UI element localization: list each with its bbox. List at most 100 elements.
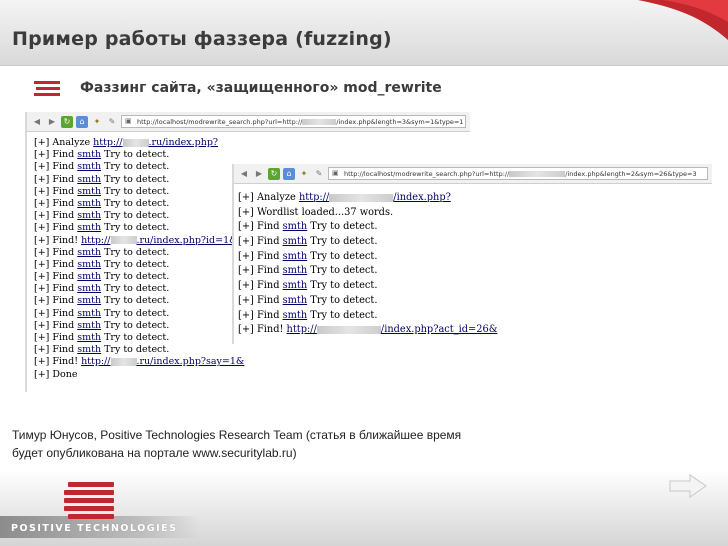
caption-line: Тимур Юнусов, Positive Technologies Rese…	[12, 428, 462, 442]
log-text: [+] Find	[34, 185, 78, 197]
log-link[interactable]: smth	[77, 308, 101, 319]
log-line: [+] Find! http:// .ru/index.php?say=1&	[34, 356, 466, 368]
next-slide-arrow-icon[interactable]	[668, 473, 708, 499]
bookmark-icon[interactable]: ✦	[298, 168, 310, 180]
forward-icon[interactable]: ▶	[46, 116, 58, 128]
log-link[interactable]: smth	[77, 295, 101, 306]
log-link[interactable]: smth	[77, 198, 101, 209]
log-text: Try to detect.	[101, 149, 170, 161]
log-text: [+] Analyze	[34, 137, 94, 148]
page-icon: ▣	[332, 169, 339, 177]
log-text: [+] Find	[34, 271, 78, 283]
log-link[interactable]: http://	[287, 324, 317, 335]
bookmark-icon[interactable]: ✦	[91, 116, 103, 128]
log-text: [+] Find	[34, 222, 78, 234]
log-link[interactable]: smth	[283, 280, 308, 291]
log-link[interactable]: smth	[77, 259, 101, 270]
log-link[interactable]: smth	[283, 265, 308, 276]
back-icon[interactable]: ◀	[238, 168, 250, 180]
log-link[interactable]: smth	[283, 236, 308, 247]
log-link[interactable]: smth	[283, 221, 308, 232]
log-link[interactable]: smth	[283, 295, 308, 306]
browser-toolbar: ◀ ▶ ↻ ⌂ ✦ ✎ ▣ http://localhost/modrewrit…	[27, 112, 470, 132]
log-link[interactable]: smth	[77, 283, 101, 294]
slide-subtitle: Фаззинг сайта, «защищенного» mod_rewrite	[80, 80, 442, 96]
log-line: [+] Find smth Try to detect.	[238, 309, 708, 324]
address-bar[interactable]: ▣ http://localhost/modrewrite_search.php…	[121, 115, 466, 128]
log-link[interactable]: smth	[77, 320, 101, 331]
log-link[interactable]: smth	[77, 344, 101, 355]
slide-caption: Тимур Юнусов, Positive Technologies Rese…	[12, 426, 572, 462]
redacted-domain	[329, 193, 394, 202]
log-text: [+] Find	[34, 246, 78, 258]
log-link[interactable]: smth	[77, 222, 101, 233]
log-link[interactable]: http://	[81, 235, 110, 246]
address-text-tail: /index.php&length=2&sym=26&type=3	[565, 169, 697, 178]
log-link[interactable]: smth	[77, 210, 101, 221]
log-text: [+] Done	[34, 368, 78, 380]
log-link[interactable]: .ru/index.php?say=1&	[137, 356, 245, 367]
log-link[interactable]: .ru/index.php?	[149, 137, 219, 148]
log-text: Try to detect.	[101, 307, 170, 319]
page-icon: ▣	[125, 117, 132, 125]
edit-icon[interactable]: ✎	[313, 168, 325, 180]
log-link[interactable]: /index.php?act_id=26&	[381, 324, 498, 335]
log-link[interactable]: smth	[77, 186, 101, 197]
header-corner-swoosh	[638, 0, 728, 40]
log-text: [+] Find	[34, 258, 78, 270]
redacted-domain	[302, 118, 337, 125]
log-line: [+] Find smth Try to detect.	[34, 344, 466, 356]
red-stripes-icon	[34, 81, 60, 96]
browser-toolbar: ◀ ▶ ↻ ⌂ ✦ ✎ ▣ http://localhost/modrewrit…	[234, 164, 712, 184]
log-text: [+] Find	[34, 149, 78, 161]
log-text: Try to detect.	[101, 295, 170, 307]
log-text: [+] Find!	[238, 324, 287, 336]
caption-line: будет опубликована на портале www.securi…	[12, 446, 297, 460]
redacted-domain	[110, 236, 137, 244]
log-text: Try to detect.	[101, 258, 170, 270]
home-icon[interactable]: ⌂	[283, 167, 295, 180]
browser-screenshot-2: ◀ ▶ ↻ ⌂ ✦ ✎ ▣ http://localhost/modrewrit…	[232, 164, 712, 344]
log-text: [+] Find	[238, 250, 283, 262]
log-text: [+] Find	[238, 280, 283, 292]
log-text: [+] Find	[34, 161, 78, 173]
log-link[interactable]: smth	[77, 271, 101, 282]
slide-title: Пример работы фаззера (fuzzing)	[12, 28, 392, 50]
log-link[interactable]: smth	[77, 247, 101, 258]
log-link[interactable]: smth	[283, 251, 308, 262]
log-link[interactable]: smth	[77, 332, 101, 343]
refresh-icon[interactable]: ↻	[268, 167, 280, 180]
log-text: [+] Find	[238, 294, 283, 306]
log-link[interactable]: smth	[283, 310, 308, 321]
log-text: [+] Find	[34, 307, 78, 319]
screenshot-frame	[25, 112, 27, 392]
log-link[interactable]: smth	[77, 149, 101, 160]
edit-icon[interactable]: ✎	[106, 116, 118, 128]
log-text: Try to detect.	[101, 344, 170, 356]
log-text: [+] Find	[238, 221, 283, 233]
log-link[interactable]: smth	[77, 174, 101, 185]
output-log: [+] Analyze http:// /index.php? [+] Wordli…	[238, 191, 708, 338]
log-line: [+] Wordlist loaded...37 words.	[238, 206, 708, 221]
home-icon[interactable]: ⌂	[76, 115, 88, 128]
refresh-icon[interactable]: ↻	[61, 115, 73, 128]
log-text: [+] Find	[34, 197, 78, 209]
log-link[interactable]: http://	[81, 356, 110, 367]
log-link[interactable]: /index.php?	[393, 192, 451, 203]
log-link[interactable]: smth	[77, 161, 101, 172]
redacted-domain	[316, 325, 381, 334]
screenshot-frame	[232, 164, 234, 344]
log-text: [+] Find!	[34, 234, 82, 246]
address-bar[interactable]: ▣ http://localhost/modrewrite_search.php…	[328, 167, 708, 180]
log-line: [+] Find smth Try to detect.	[238, 294, 708, 309]
address-text: http://localhost/modrewrite_search.php?u…	[137, 117, 303, 126]
log-link[interactable]: http://	[299, 192, 329, 203]
log-text: [+] Find	[34, 344, 78, 356]
forward-icon[interactable]: ▶	[253, 168, 265, 180]
log-text: Try to detect.	[307, 265, 378, 277]
address-text-tail: /index.php&length=3&sym=1&type=1	[336, 117, 464, 126]
log-link[interactable]: http://	[93, 137, 122, 148]
back-icon[interactable]: ◀	[31, 116, 43, 128]
log-text: Try to detect.	[307, 309, 378, 321]
log-link[interactable]: .ru/index.php?id=1&	[137, 235, 238, 246]
